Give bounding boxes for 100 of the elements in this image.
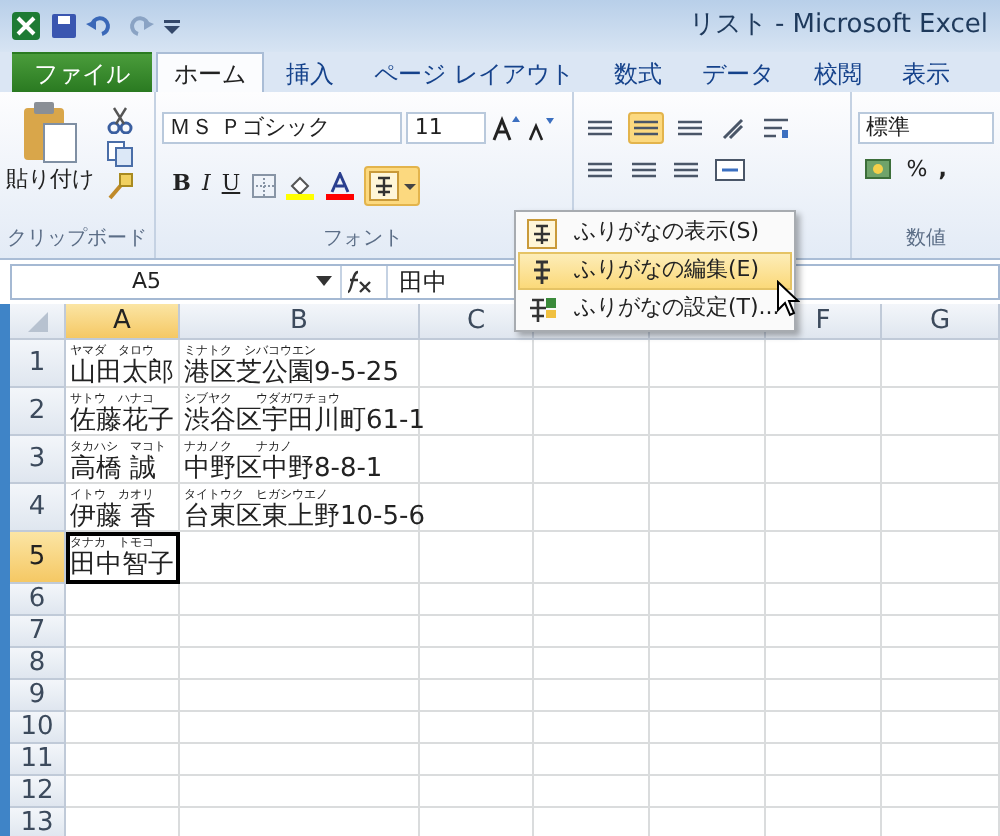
table-cell[interactable] bbox=[766, 616, 882, 648]
table-cell[interactable] bbox=[650, 680, 766, 712]
table-cell[interactable] bbox=[420, 712, 534, 744]
triangle-icon[interactable] bbox=[27, 311, 47, 331]
paste-label[interactable]: 貼り付け bbox=[6, 164, 94, 197]
table-cell[interactable] bbox=[180, 744, 420, 776]
table-cell[interactable] bbox=[766, 776, 882, 808]
table-cell[interactable] bbox=[882, 388, 1000, 436]
row-header[interactable]: 5 bbox=[10, 532, 66, 584]
table-cell[interactable] bbox=[534, 648, 650, 680]
fill-color-icon[interactable] bbox=[286, 171, 315, 199]
merge-cells-icon[interactable] bbox=[713, 155, 746, 183]
font-size-field[interactable]: 11 bbox=[406, 111, 487, 143]
select-all-corner[interactable] bbox=[10, 304, 66, 340]
ribbon-tab[interactable]: ホーム bbox=[156, 52, 264, 92]
row-header[interactable]: 10 bbox=[10, 712, 66, 744]
table-cell[interactable] bbox=[66, 680, 180, 712]
paste-icon[interactable] bbox=[20, 100, 80, 164]
table-cell[interactable] bbox=[766, 744, 882, 776]
shrink-font-icon[interactable] bbox=[525, 113, 554, 141]
wrap-text-icon[interactable] bbox=[760, 113, 793, 141]
table-cell[interactable] bbox=[420, 584, 534, 616]
table-cell[interactable] bbox=[650, 584, 766, 616]
table-cell[interactable] bbox=[420, 484, 534, 532]
table-cell[interactable] bbox=[66, 776, 180, 808]
borders-icon[interactable] bbox=[251, 173, 276, 197]
comma-button[interactable]: , bbox=[938, 154, 947, 187]
menu-item[interactable]: ふりがなの編集(E) bbox=[518, 252, 792, 290]
table-cell[interactable] bbox=[420, 340, 534, 388]
table-cell[interactable] bbox=[882, 616, 1000, 648]
row-header[interactable]: 8 bbox=[10, 648, 66, 680]
ribbon-tab[interactable]: 表示 bbox=[883, 52, 968, 92]
name-box[interactable]: A5 bbox=[12, 266, 342, 298]
menu-item[interactable]: ふりがなの表示(S) bbox=[518, 214, 792, 252]
table-cell[interactable] bbox=[882, 776, 1000, 808]
table-cell[interactable] bbox=[650, 532, 766, 584]
table-cell[interactable] bbox=[882, 744, 1000, 776]
table-cell[interactable] bbox=[766, 388, 882, 436]
column-header[interactable]: A bbox=[66, 304, 180, 340]
ribbon-tab[interactable]: ページ レイアウト bbox=[356, 52, 592, 92]
table-cell[interactable] bbox=[180, 616, 420, 648]
table-cell[interactable] bbox=[882, 712, 1000, 744]
table-cell[interactable] bbox=[534, 388, 650, 436]
table-cell[interactable] bbox=[66, 712, 180, 744]
table-cell[interactable] bbox=[766, 484, 882, 532]
table-cell[interactable] bbox=[882, 680, 1000, 712]
phonetic-guide-icon[interactable] bbox=[368, 169, 405, 201]
italic-button[interactable]: I bbox=[201, 168, 211, 202]
row-header[interactable]: 3 bbox=[10, 436, 66, 484]
table-cell[interactable] bbox=[882, 532, 1000, 584]
ribbon-tab[interactable]: 挿入 bbox=[268, 52, 352, 92]
row-header[interactable]: 11 bbox=[10, 744, 66, 776]
file-tab[interactable]: ファイル bbox=[12, 52, 152, 92]
row-header[interactable]: 4 bbox=[10, 484, 66, 532]
table-cell[interactable] bbox=[180, 532, 420, 584]
row-header[interactable]: 7 bbox=[10, 616, 66, 648]
row-header[interactable]: 12 bbox=[10, 776, 66, 808]
table-cell[interactable] bbox=[650, 648, 766, 680]
table-cell[interactable] bbox=[650, 388, 766, 436]
table-cell[interactable] bbox=[66, 584, 180, 616]
table-cell[interactable] bbox=[882, 340, 1000, 388]
table-cell[interactable] bbox=[420, 532, 534, 584]
table-cell[interactable] bbox=[766, 532, 882, 584]
table-cell[interactable] bbox=[420, 680, 534, 712]
table-cell[interactable] bbox=[650, 712, 766, 744]
table-cell[interactable] bbox=[766, 680, 882, 712]
table-cell[interactable] bbox=[534, 584, 650, 616]
bold-button[interactable]: B bbox=[172, 168, 191, 202]
table-cell[interactable] bbox=[650, 484, 766, 532]
table-cell[interactable] bbox=[650, 616, 766, 648]
table-cell[interactable] bbox=[766, 712, 882, 744]
insert-function-icon[interactable] bbox=[342, 268, 374, 296]
table-cell[interactable] bbox=[882, 484, 1000, 532]
save-icon[interactable] bbox=[51, 14, 75, 38]
table-cell[interactable] bbox=[420, 744, 534, 776]
table-cell[interactable] bbox=[66, 616, 180, 648]
table-cell[interactable] bbox=[534, 340, 650, 388]
table-cell[interactable] bbox=[534, 616, 650, 648]
ribbon-tab[interactable]: 数式 bbox=[595, 52, 680, 92]
table-cell[interactable] bbox=[882, 436, 1000, 484]
table-cell[interactable] bbox=[420, 388, 534, 436]
grow-font-icon[interactable] bbox=[492, 113, 521, 141]
table-cell[interactable] bbox=[66, 744, 180, 776]
font-name-field[interactable]: ＭＳ Ｐゴシック bbox=[161, 111, 402, 143]
table-cell[interactable] bbox=[180, 648, 420, 680]
table-cell[interactable] bbox=[766, 436, 882, 484]
row-header[interactable]: 13 bbox=[10, 808, 66, 836]
caret-icon[interactable] bbox=[316, 276, 332, 288]
table-cell[interactable] bbox=[534, 484, 650, 532]
ribbon-tab[interactable]: 校閲 bbox=[795, 52, 880, 92]
table-cell[interactable] bbox=[650, 436, 766, 484]
table-cell[interactable] bbox=[180, 584, 420, 616]
table-cell[interactable] bbox=[534, 532, 650, 584]
table-cell[interactable] bbox=[420, 616, 534, 648]
number-format-field[interactable]: 標準 bbox=[858, 111, 994, 143]
column-header[interactable]: B bbox=[180, 304, 420, 340]
table-cell[interactable] bbox=[882, 648, 1000, 680]
ribbon-tab[interactable]: データ bbox=[683, 52, 792, 92]
table-cell[interactable] bbox=[650, 340, 766, 388]
redo-icon[interactable] bbox=[125, 14, 153, 38]
